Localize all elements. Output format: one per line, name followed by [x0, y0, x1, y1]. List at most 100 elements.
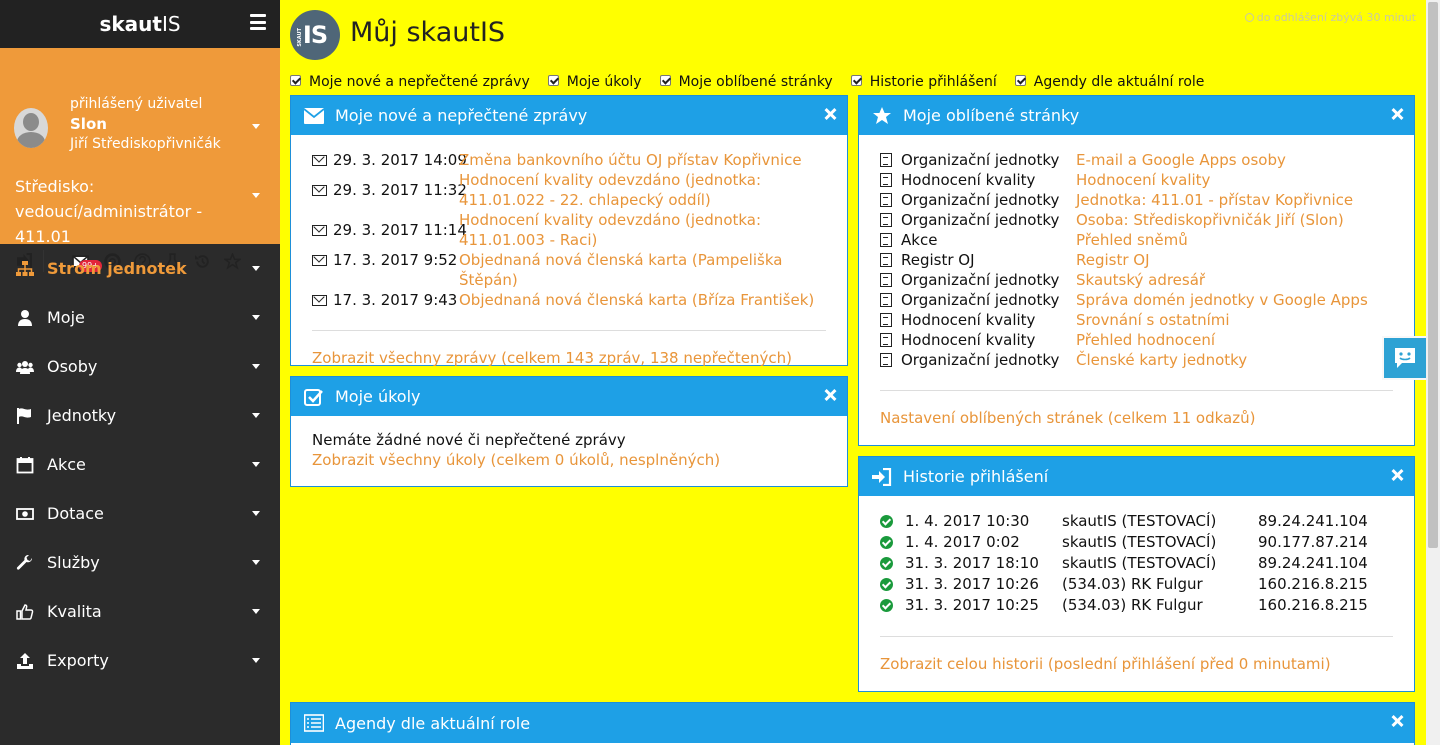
nav-item-exporty[interactable]: Exporty [0, 636, 280, 685]
check-circle-icon [880, 599, 893, 612]
message-row[interactable]: 29. 3. 2017 11:32 Hodnocení kvality odevz… [312, 170, 826, 210]
favorite-link[interactable]: Hodnocení kvality [1076, 170, 1210, 190]
message-link[interactable]: Hodnocení kvality odevzdáno (jednotka: 4… [459, 210, 826, 250]
favorite-link[interactable]: E-mail a Google Apps osoby [1076, 150, 1286, 170]
wrench-icon [15, 554, 35, 572]
panel-header: Moje nové a nepřečtené zprávy [291, 96, 847, 135]
checkbox-checked[interactable] [1014, 74, 1026, 86]
favorite-link[interactable]: Registr OJ [1076, 250, 1150, 270]
message-link[interactable]: Hodnocení kvality odevzdáno (jednotka: 4… [459, 170, 826, 210]
panel-title: Historie přihlášení [903, 467, 1049, 486]
favorite-row: Organizační jednotky Jednotka: 411.01 - p… [880, 190, 1393, 210]
nav-label: Kvalita [47, 602, 102, 621]
nav-item-jednotky[interactable]: Jednotky [0, 391, 280, 440]
favorite-link[interactable]: Srovnání s ostatními [1076, 310, 1230, 330]
document-icon [880, 313, 892, 327]
checkbox-checked[interactable] [290, 74, 301, 86]
divider [880, 636, 1393, 637]
close-icon[interactable] [823, 107, 837, 121]
history-row: 1. 4. 2017 10:30 skautIS (TESTOVACÍ) 89.24… [880, 511, 1393, 532]
favorite-row: Organizační jednotky Správa domén jednotk… [880, 290, 1393, 310]
nav-label: Exporty [47, 651, 109, 670]
toggle-favorites[interactable]: Moje oblíbené stránky [659, 74, 833, 90]
chevron-down-icon [252, 658, 260, 663]
panel-header: Moje oblíbené stránky [859, 96, 1414, 135]
agendas-panel: Agendy dle aktuální role [290, 702, 1415, 745]
chevron-down-icon [252, 315, 260, 320]
nav-label: Strom jednotek [47, 259, 187, 278]
login-history-panel: Historie přihlášení 1. 4. 2017 10:30 skau… [858, 456, 1415, 692]
nav-item-osoby[interactable]: Osoby [0, 342, 280, 391]
message-link[interactable]: Objednaná nová členská karta (Bříza Fran… [459, 290, 814, 310]
favorite-link[interactable]: Jednotka: 411.01 - přístav Kopřivnice [1076, 190, 1353, 210]
nav-item-dotace[interactable]: Dotace [0, 489, 280, 538]
user-dropdown-caret-icon[interactable] [252, 124, 260, 129]
brand[interactable]: skaut IS [0, 0, 280, 48]
checkbox-checked[interactable] [850, 74, 862, 86]
main-navigation: Strom jednotek Moje Osoby Jednotky Akce … [0, 244, 280, 685]
close-icon[interactable] [1390, 714, 1404, 728]
message-row[interactable]: 29. 3. 2017 14:09 Změna bankovního účtu O… [312, 150, 826, 170]
toggle-agendas[interactable]: Agendy dle aktuální role [1014, 74, 1204, 90]
message-row[interactable]: 17. 3. 2017 9:52 Objednaná nová členská k… [312, 250, 826, 290]
all-messages-link[interactable]: Zobrazit všechny zprávy (celkem 143 zprá… [312, 349, 826, 367]
history-date: 31. 3. 2017 10:25 [905, 596, 1039, 614]
chevron-down-icon [252, 560, 260, 565]
all-tasks-link[interactable]: Zobrazit všechny úkoly (celkem 0 úkolů, … [312, 451, 720, 469]
nav-item-strom-jednotek[interactable]: Strom jednotek [0, 244, 280, 293]
messages-panel: Moje nové a nepřečtené zprávy 29. 3. 201… [290, 95, 848, 367]
favorite-row: Organizační jednotky Osoba: Střediskopřiv… [880, 210, 1393, 230]
history-system: (534.03) RK Fulgur [1062, 575, 1203, 593]
close-icon[interactable] [1390, 468, 1404, 482]
favorite-link[interactable]: Členské karty jednotky [1076, 350, 1247, 370]
logo-small-text: SKAUT [297, 28, 303, 47]
favorite-link[interactable]: Skautský adresář [1076, 270, 1205, 290]
nav-label: Osoby [47, 357, 98, 376]
avatar [14, 108, 48, 148]
nav-label: Akce [47, 455, 86, 474]
feedback-chat-button[interactable] [1382, 336, 1426, 380]
nav-item-moje[interactable]: Moje [0, 293, 280, 342]
favorite-category: Organizační jednotky [901, 351, 1060, 369]
favorite-row: Registr OJ Registr OJ [880, 250, 1393, 270]
unit-role[interactable]: Středisko: vedoucí/administrátor - 411.0… [15, 174, 255, 249]
favorite-link[interactable]: Osoba: Střediskopřivničák Jiří (Slon) [1076, 210, 1344, 230]
message-link[interactable]: Změna bankovního účtu OJ přístav Kopřivn… [459, 150, 802, 170]
panel-header: Moje úkoly [291, 377, 847, 416]
toggle-tasks[interactable]: Moje úkoly [547, 74, 642, 90]
user-icon [15, 309, 35, 327]
full-history-link[interactable]: Zobrazit celou historii (poslední přihlá… [880, 655, 1393, 673]
close-icon[interactable] [823, 388, 837, 402]
message-row[interactable]: 29. 3. 2017 11:14 Hodnocení kvality odevz… [312, 210, 826, 250]
checkbox-checked[interactable] [547, 74, 559, 86]
toggle-login-history[interactable]: Historie přihlášení [850, 74, 997, 90]
close-icon[interactable] [1390, 107, 1404, 121]
favorites-panel: Moje oblíbené stránky Organizační jednot… [858, 95, 1415, 446]
history-ip: 160.216.8.215 [1258, 575, 1368, 593]
favorite-link[interactable]: Přehled sněmů [1076, 230, 1188, 250]
nav-label: Služby [47, 553, 100, 572]
toggle-messages[interactable]: Moje nové a nepřečtené zprávy [290, 74, 530, 90]
favorites-settings-link[interactable]: Nastavení oblíbených stránek (celkem 11 … [880, 409, 1393, 427]
hamburger-menu-icon[interactable] [250, 14, 266, 30]
history-ip: 90.177.87.214 [1258, 533, 1368, 551]
favorite-category: Organizační jednotky [901, 291, 1060, 309]
message-link[interactable]: Objednaná nová členská karta (Pampeliška… [459, 250, 826, 290]
scrollbar-thumb[interactable] [1428, 2, 1438, 548]
role-dropdown-caret-icon[interactable] [252, 193, 260, 198]
check-circle-icon [880, 578, 893, 591]
nav-item-akce[interactable]: Akce [0, 440, 280, 489]
nav-item-kvalita[interactable]: Kvalita [0, 587, 280, 636]
favorite-category: Organizační jednotky [901, 191, 1060, 209]
history-row: 31. 3. 2017 18:10 skautIS (TESTOVACÍ) 89.2… [880, 553, 1393, 574]
favorite-link[interactable]: Přehled hodnocení [1076, 330, 1215, 350]
panel-title: Moje úkoly [335, 387, 421, 406]
checkbox-checked[interactable] [659, 74, 671, 86]
page-scrollbar[interactable] [1426, 0, 1440, 745]
nav-label: Moje [47, 308, 85, 327]
nav-item-sluzby[interactable]: Služby [0, 538, 280, 587]
favorite-category: Hodnocení kvality [901, 311, 1036, 329]
favorite-link[interactable]: Správa domén jednotky v Google Apps [1076, 290, 1368, 310]
sign-in-icon [871, 467, 893, 487]
message-row[interactable]: 17. 3. 2017 9:43 Objednaná nová členská k… [312, 290, 826, 310]
